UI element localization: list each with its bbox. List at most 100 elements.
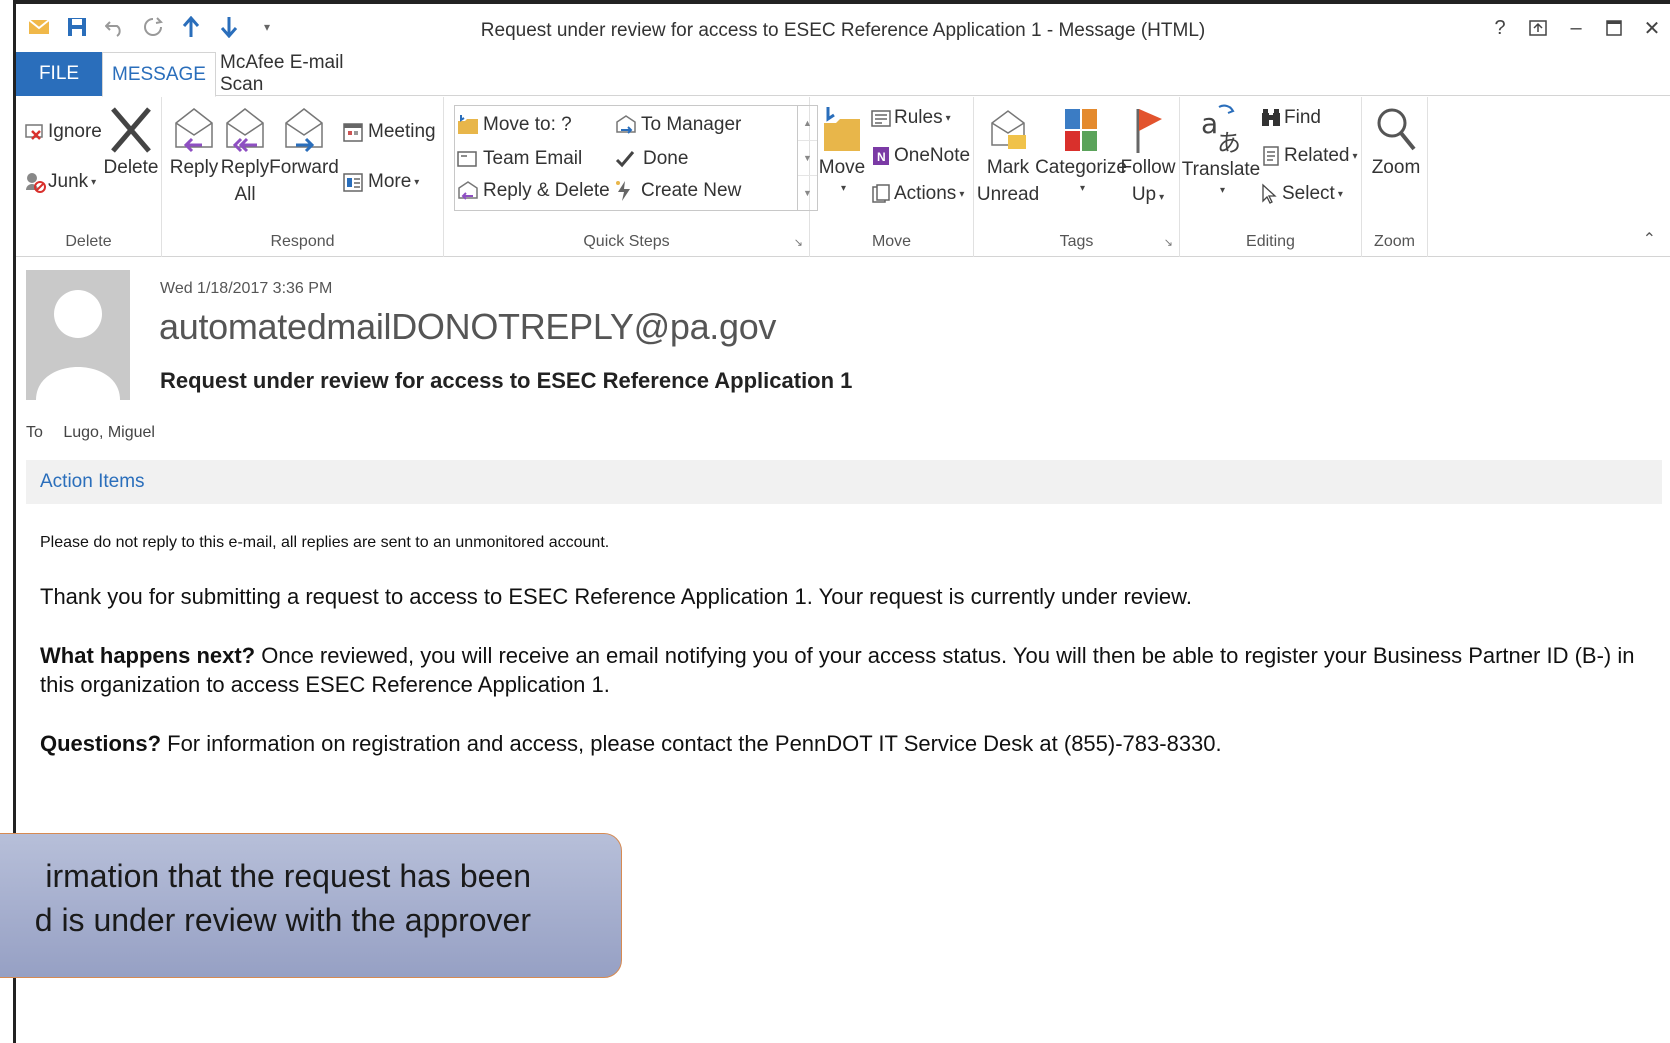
translate-icon: aあ — [1197, 101, 1245, 157]
mark-unread-icon — [986, 105, 1030, 155]
categorize-label: Categorize — [1035, 157, 1127, 178]
group-label-respond: Respond — [270, 233, 335, 250]
ribbon-group-quick-steps: Move to: ? Team Email Reply & Delete To … — [444, 97, 818, 257]
annotation-callout: irmation that the request has been d is … — [0, 833, 622, 978]
more-respond-button[interactable]: More ▾ — [342, 167, 419, 197]
zoom-button[interactable]: Zoom — [1368, 105, 1424, 182]
translate-dropdown-caret: ▾ — [1219, 184, 1226, 196]
select-button[interactable]: Select ▾ — [1260, 179, 1343, 209]
tags-dialog-launcher-icon[interactable]: ↘ — [1164, 236, 1173, 249]
find-label: Find — [1284, 107, 1321, 128]
sender-avatar — [26, 270, 130, 400]
action-items-bar[interactable]: Action Items — [26, 460, 1662, 504]
ignore-button[interactable]: Ignore — [24, 117, 102, 147]
close-icon[interactable]: ✕ — [1640, 16, 1664, 40]
binoculars-icon — [1260, 107, 1282, 129]
done-label: Done — [643, 148, 689, 169]
minimize-icon[interactable]: – — [1564, 16, 1588, 40]
create-new-label: Create New — [641, 180, 742, 201]
ignore-icon — [24, 121, 48, 143]
actions-button[interactable]: Actions ▾ — [870, 179, 964, 209]
forward-button[interactable]: Forward — [269, 105, 339, 182]
select-label: Select — [1282, 183, 1335, 204]
ribbon-group-move: Move ▾ Rules ▾ N OneNote Actions ▾ Move — [810, 97, 974, 257]
related-button[interactable]: Related ▾ — [1260, 141, 1358, 171]
slide-root: ▾ Request under review for access to ESE… — [0, 0, 1670, 1043]
reply-icon — [172, 105, 216, 155]
message-body: Please do not reply to this e-mail, all … — [40, 534, 1650, 788]
tab-mcafee-email-scan[interactable]: McAfee E-mail Scan — [220, 52, 380, 96]
ribbon-group-respond: Reply Reply All Forward Meeting More ▾ R… — [162, 97, 444, 257]
reply-all-label-line1: Reply — [220, 157, 270, 178]
quick-step-team-email[interactable]: Team Email — [457, 144, 582, 174]
body-questions-heading: Questions? — [40, 731, 162, 756]
mark-unread-button[interactable]: Mark Unread — [977, 105, 1039, 208]
cursor-arrow-icon — [1260, 183, 1278, 205]
ribbon-group-editing: aあ Translate ▾ Find Related ▾ Select ▾ E… — [1180, 97, 1362, 257]
ribbon-group-delete: Ignore Junk ▾ Delete Delete — [16, 97, 162, 257]
body-paragraph-disclaimer: Please do not reply to this e-mail, all … — [40, 534, 610, 551]
translate-button[interactable]: aあ Translate ▾ — [1182, 101, 1260, 198]
move-to-label: Move to: ? — [483, 114, 572, 135]
lightning-icon — [615, 180, 633, 202]
quick-step-create-new[interactable]: Create New — [615, 176, 741, 206]
junk-button[interactable]: Junk ▾ — [24, 167, 96, 197]
mark-unread-label-line1: Mark — [986, 157, 1030, 178]
action-items-label[interactable]: Action Items — [40, 471, 145, 493]
team-email-icon — [457, 150, 477, 168]
ribbon-group-zoom: Zoom Zoom — [1362, 97, 1428, 257]
quick-step-done[interactable]: Done — [615, 144, 688, 174]
delete-button[interactable]: Delete — [104, 105, 158, 182]
window-controls: ? – ✕ — [1488, 16, 1664, 40]
ribbon-tabs: FILE MESSAGE McAfee E-mail Scan — [16, 52, 1670, 97]
body-paragraph-thanks: Thank you for submitting a request to ac… — [40, 584, 1192, 609]
junk-icon — [24, 170, 48, 194]
tab-message[interactable]: MESSAGE — [102, 52, 216, 97]
forward-label: Forward — [269, 157, 339, 178]
rules-button[interactable]: Rules ▾ — [870, 103, 951, 133]
body-questions-text: For information on registration and acce… — [161, 731, 1222, 756]
rules-icon — [870, 107, 892, 129]
checkmark-icon — [615, 149, 635, 169]
ribbon-display-options-icon[interactable] — [1526, 16, 1550, 40]
more-icon — [342, 171, 364, 193]
group-label-tags: Tags — [1059, 233, 1094, 250]
move-button[interactable]: Move ▾ — [816, 105, 868, 196]
meeting-button[interactable]: Meeting — [342, 117, 436, 147]
collapse-ribbon-icon[interactable]: ⌃ — [1643, 229, 1656, 249]
window-title: Request under review for access to ESEC … — [480, 20, 1206, 41]
message-sender[interactable]: automatedmailDONOTREPLY@pa.gov — [159, 306, 776, 348]
move-label: Move — [818, 157, 866, 178]
categorize-dropdown-caret: ▾ — [1079, 182, 1086, 194]
quick-steps-dialog-launcher-icon[interactable]: ↘ — [794, 236, 803, 249]
find-button[interactable]: Find — [1260, 103, 1321, 133]
help-icon[interactable]: ? — [1488, 16, 1512, 40]
svg-text:あ: あ — [1217, 129, 1241, 157]
quick-step-reply-delete[interactable]: Reply & Delete — [457, 176, 610, 206]
body-paragraph-next: What happens next? Once reviewed, you wi… — [40, 641, 1650, 699]
reply-delete-label: Reply & Delete — [483, 180, 610, 201]
quick-step-move-to[interactable]: Move to: ? — [457, 110, 572, 140]
message-to-row: To Lugo, Miguel — [26, 424, 155, 442]
body-paragraph-questions: Questions? For information on registrati… — [40, 729, 1650, 758]
follow-up-dropdown-caret: ▾ — [1159, 191, 1165, 203]
categorize-button[interactable]: Categorize ▾ — [1035, 105, 1127, 196]
message-date: Wed 1/18/2017 3:36 PM — [160, 280, 333, 297]
to-recipient[interactable]: Lugo, Miguel — [63, 424, 155, 441]
tab-file[interactable]: FILE — [16, 52, 102, 96]
select-dropdown-caret: ▾ — [1337, 188, 1343, 200]
magnifier-icon — [1374, 105, 1418, 155]
follow-up-button[interactable]: Follow Up ▾ — [1120, 105, 1176, 208]
reply-button[interactable]: Reply — [170, 105, 218, 182]
maximize-icon[interactable] — [1602, 16, 1626, 40]
folder-arrow-icon — [457, 114, 479, 136]
rules-label: Rules — [894, 107, 943, 128]
group-label-move: Move — [871, 233, 912, 250]
related-dropdown-caret: ▾ — [1352, 150, 1358, 162]
reply-all-button[interactable]: Reply All — [220, 105, 270, 208]
onenote-button[interactable]: N OneNote — [870, 141, 970, 171]
onenote-label: OneNote — [894, 145, 971, 166]
quick-step-to-manager[interactable]: To Manager — [615, 110, 741, 140]
group-label-zoom: Zoom — [1374, 233, 1415, 250]
reply-delete-icon — [457, 180, 479, 202]
